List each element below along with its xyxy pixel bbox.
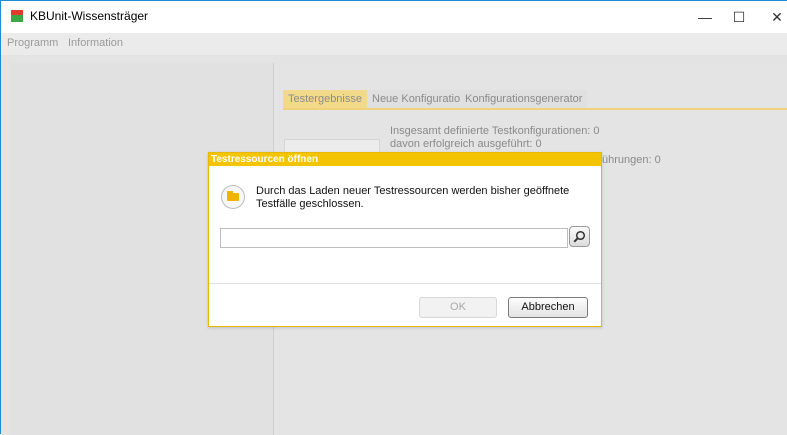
tab-testergebnisse[interactable]: Testergebnisse (283, 90, 367, 108)
dialog-message: Durch das Laden neuer Testressourcen wer… (256, 185, 586, 211)
app-logo-icon (11, 10, 23, 22)
search-button[interactable] (569, 226, 590, 247)
window-title: KBUnit-Wissensträger (30, 9, 149, 23)
stats-summary: Insgesamt definierte Testkonfigurationen… (390, 125, 600, 151)
app-window: KBUnit-Wissensträger — ☐ ✕ Programm Info… (0, 0, 787, 435)
close-button[interactable]: ✕ (757, 5, 787, 29)
dialog-separator (209, 283, 601, 284)
menu-bar: Programm Information (1, 33, 787, 55)
dialog-message-line1: Durch das Laden neuer Testressourcen wer… (256, 185, 570, 197)
dialog-title: Testressourcen öffnen (211, 154, 319, 165)
cancel-button[interactable]: Abbrechen (508, 297, 588, 318)
dialog-message-line2: Testfälle geschlossen. (256, 198, 364, 210)
dialog-title-bar[interactable]: Testressourcen öffnen (209, 153, 601, 166)
menu-programm[interactable]: Programm (7, 37, 58, 49)
menu-information[interactable]: Information (68, 37, 123, 49)
open-resources-dialog: Testressourcen öffnen Durch das Laden ne… (208, 152, 602, 327)
stats-total: Insgesamt definierte Testkonfigurationen… (390, 125, 600, 137)
title-bar[interactable]: KBUnit-Wissensträger — ☐ ✕ (1, 1, 787, 33)
tab-konfigurationsgenerator[interactable]: Konfigurationsgenerator (460, 90, 588, 108)
ok-button[interactable]: OK (419, 297, 497, 318)
stats-runs: ührungen: 0 (602, 154, 661, 166)
folder-icon (221, 185, 245, 209)
maximize-button[interactable]: ☐ (719, 5, 759, 29)
tab-neue-konfiguration[interactable]: Neue Konfiguration (367, 90, 472, 108)
stats-success: davon erfolgreich ausgeführt: 0 (390, 138, 542, 150)
search-icon (573, 230, 586, 243)
resource-path-input[interactable] (220, 228, 568, 248)
tab-underline (283, 108, 787, 110)
